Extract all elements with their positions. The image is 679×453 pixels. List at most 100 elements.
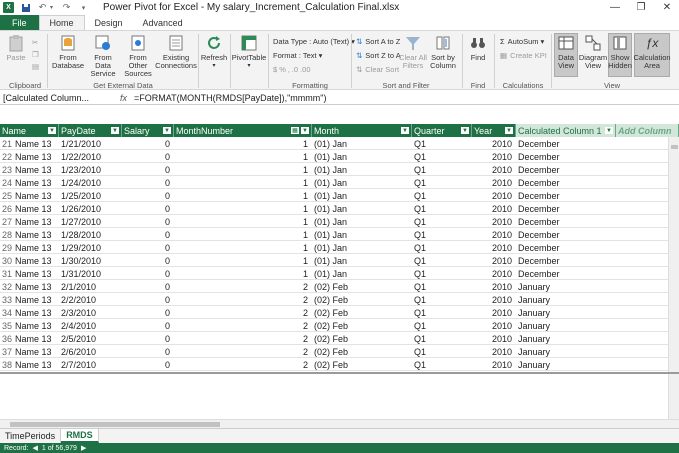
calculation-area-button[interactable]: ƒx Calculation Area bbox=[633, 34, 670, 70]
cell-salary[interactable]: 0 bbox=[122, 254, 174, 267]
existing-connections-button[interactable]: Existing Connections bbox=[155, 34, 197, 70]
filter-dropdown-icon[interactable]: ▼ bbox=[505, 127, 513, 134]
cell-paydate[interactable]: 2/6/2010 bbox=[59, 345, 122, 358]
cell-calculated-column-1[interactable]: December bbox=[516, 215, 616, 228]
cell-monthnumber[interactable]: 1 bbox=[174, 241, 312, 254]
cell-monthnumber[interactable]: 1 bbox=[174, 254, 312, 267]
cell-year[interactable]: 2010 bbox=[472, 228, 516, 241]
number-format-buttons[interactable]: $ % ‚ .0 .00 bbox=[273, 64, 311, 74]
table-row[interactable]: 28 Name 13 1/28/2010 0 1 (01) Jan Q1 2010 Decemb… bbox=[0, 228, 668, 241]
cell-paydate[interactable]: 2/4/2010 bbox=[59, 319, 122, 332]
cell-month[interactable]: (01) Jan bbox=[312, 150, 412, 163]
cell-month[interactable]: (01) Jan bbox=[312, 137, 412, 150]
cell-month[interactable]: (02) Feb bbox=[312, 332, 412, 345]
cell-salary[interactable]: 0 bbox=[122, 150, 174, 163]
hidden-column-filter-icon[interactable]: ▦ bbox=[291, 127, 299, 134]
cell-name[interactable]: Name 13 bbox=[13, 176, 59, 189]
cell-paydate[interactable]: 2/3/2010 bbox=[59, 306, 122, 319]
table-row[interactable]: 35 Name 13 2/4/2010 0 2 (02) Feb Q1 2010 January bbox=[0, 319, 668, 332]
cell-name[interactable]: Name 13 bbox=[13, 358, 59, 371]
cell-year[interactable]: 2010 bbox=[472, 306, 516, 319]
cell-quarter[interactable]: Q1 bbox=[412, 228, 472, 241]
table-row[interactable]: 25 Name 13 1/25/2010 0 1 (01) Jan Q1 2010 Decemb… bbox=[0, 189, 668, 202]
from-data-service-button[interactable]: From Data Service bbox=[86, 34, 120, 78]
table-row[interactable]: 29 Name 13 1/29/2010 0 1 (01) Jan Q1 2010 Decemb… bbox=[0, 241, 668, 254]
scroll-thumb[interactable] bbox=[10, 422, 220, 427]
tab-home[interactable]: Home bbox=[38, 15, 85, 30]
tab-file[interactable]: File bbox=[0, 15, 39, 30]
cell-month[interactable]: (01) Jan bbox=[312, 228, 412, 241]
cell-quarter[interactable]: Q1 bbox=[412, 345, 472, 358]
pivottable-button[interactable]: PivotTable ▾ bbox=[232, 34, 266, 70]
cell-name[interactable]: Name 13 bbox=[13, 215, 59, 228]
column-header-name[interactable]: Name ▼ bbox=[0, 124, 59, 137]
cell-year[interactable]: 2010 bbox=[472, 254, 516, 267]
cell-calculated-column-1[interactable]: December bbox=[516, 163, 616, 176]
sort-by-column-button[interactable]: Sort by Column bbox=[428, 34, 458, 70]
cell-name[interactable]: Name 13 bbox=[13, 293, 59, 306]
cell-monthnumber[interactable]: 2 bbox=[174, 345, 312, 358]
cut-icon[interactable]: ✂ bbox=[32, 37, 38, 47]
cell-quarter[interactable]: Q1 bbox=[412, 267, 472, 280]
cell-year[interactable]: 2010 bbox=[472, 280, 516, 293]
column-header-add-column[interactable]: Add Column bbox=[616, 124, 679, 137]
cell-year[interactable]: 2010 bbox=[472, 215, 516, 228]
cell-paydate[interactable]: 1/22/2010 bbox=[59, 150, 122, 163]
cell-quarter[interactable]: Q1 bbox=[412, 202, 472, 215]
cell-name[interactable]: Name 13 bbox=[13, 267, 59, 280]
cell-name[interactable]: Name 13 bbox=[13, 137, 59, 150]
cell-salary[interactable]: 0 bbox=[122, 176, 174, 189]
from-other-sources-button[interactable]: From Other Sources bbox=[120, 34, 156, 78]
table-row[interactable]: 38 Name 13 2/7/2010 0 2 (02) Feb Q1 2010 January bbox=[0, 358, 668, 371]
tab-design[interactable]: Design bbox=[85, 15, 133, 30]
create-kpi-button[interactable]: ▦ Create KPI bbox=[500, 50, 547, 60]
cell-month[interactable]: (02) Feb bbox=[312, 293, 412, 306]
cell-month[interactable]: (01) Jan bbox=[312, 202, 412, 215]
cell-monthnumber[interactable]: 2 bbox=[174, 319, 312, 332]
cell-quarter[interactable]: Q1 bbox=[412, 306, 472, 319]
cell-monthnumber[interactable]: 2 bbox=[174, 358, 312, 371]
cell-monthnumber[interactable]: 1 bbox=[174, 150, 312, 163]
calc-vertical-scrollbar[interactable] bbox=[668, 374, 679, 419]
cell-name[interactable]: Name 13 bbox=[13, 345, 59, 358]
cell-salary[interactable]: 0 bbox=[122, 163, 174, 176]
filter-dropdown-icon[interactable]: ▼ bbox=[48, 127, 56, 134]
cell-paydate[interactable]: 2/2/2010 bbox=[59, 293, 122, 306]
filter-dropdown-icon[interactable]: ▼ bbox=[605, 127, 613, 134]
cell-calculated-column-1[interactable]: December bbox=[516, 228, 616, 241]
diagram-view-button[interactable]: Diagram View bbox=[579, 34, 607, 70]
column-header-year[interactable]: Year ▼ bbox=[472, 124, 516, 137]
cell-monthnumber[interactable]: 1 bbox=[174, 137, 312, 150]
format-dropdown[interactable]: Format : Text ▾ bbox=[273, 50, 322, 60]
cell-paydate[interactable]: 2/5/2010 bbox=[59, 332, 122, 345]
cell-name[interactable]: Name 13 bbox=[13, 202, 59, 215]
cell-salary[interactable]: 0 bbox=[122, 267, 174, 280]
autosum-button[interactable]: Σ AutoSum ▾ bbox=[500, 36, 544, 46]
cell-quarter[interactable]: Q1 bbox=[412, 215, 472, 228]
cell-year[interactable]: 2010 bbox=[472, 358, 516, 371]
data-view-button[interactable]: Data View bbox=[554, 34, 578, 70]
cell-calculated-column-1[interactable]: January bbox=[516, 319, 616, 332]
column-header-quarter[interactable]: Quarter ▼ bbox=[412, 124, 472, 137]
save-icon[interactable] bbox=[20, 2, 31, 13]
cell-month[interactable]: (01) Jan bbox=[312, 163, 412, 176]
cell-calculated-column-1[interactable]: January bbox=[516, 345, 616, 358]
cell-year[interactable]: 2010 bbox=[472, 267, 516, 280]
cell-quarter[interactable]: Q1 bbox=[412, 189, 472, 202]
cell-name[interactable]: Name 13 bbox=[13, 280, 59, 293]
cell-year[interactable]: 2010 bbox=[472, 150, 516, 163]
cell-month[interactable]: (01) Jan bbox=[312, 254, 412, 267]
cell-salary[interactable]: 0 bbox=[122, 189, 174, 202]
cell-paydate[interactable]: 1/25/2010 bbox=[59, 189, 122, 202]
cell-calculated-column-1[interactable]: January bbox=[516, 332, 616, 345]
quick-access-dropdown-icon[interactable]: ▾ bbox=[78, 2, 89, 13]
filter-dropdown-icon[interactable]: ▼ bbox=[111, 127, 119, 134]
filter-dropdown-icon[interactable]: ▼ bbox=[163, 127, 171, 134]
sheet-tab-rmds[interactable]: RMDS bbox=[61, 429, 99, 443]
cell-month[interactable]: (01) Jan bbox=[312, 241, 412, 254]
cell-monthnumber[interactable]: 1 bbox=[174, 228, 312, 241]
cell-quarter[interactable]: Q1 bbox=[412, 241, 472, 254]
tab-advanced[interactable]: Advanced bbox=[133, 15, 193, 30]
table-row[interactable]: 30 Name 13 1/30/2010 0 1 (01) Jan Q1 2010 Decemb… bbox=[0, 254, 668, 267]
table-row[interactable]: 33 Name 13 2/2/2010 0 2 (02) Feb Q1 2010 January bbox=[0, 293, 668, 306]
